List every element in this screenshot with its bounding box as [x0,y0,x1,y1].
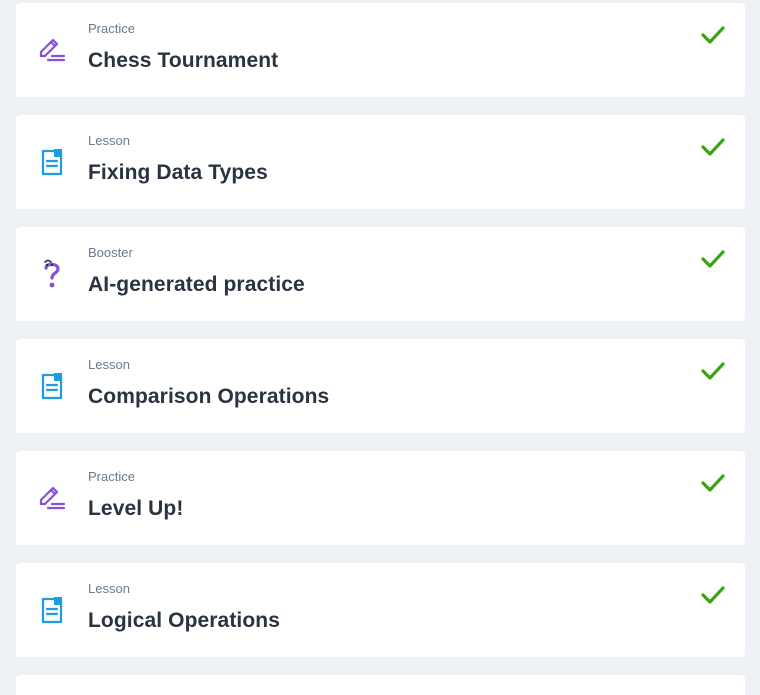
list-item[interactable]: Lesson Logical Operations [16,563,745,657]
item-title: Fixing Data Types [88,161,268,184]
checkmark-icon [699,247,727,271]
checkmark-icon [699,583,727,607]
item-title: Level Up! [88,497,184,520]
item-type-label: Booster [88,245,133,260]
item-type-label: Lesson [88,581,130,596]
item-title: Comparison Operations [88,385,330,408]
pencil-icon [38,482,66,514]
item-title: Logical Operations [88,609,280,632]
document-icon [38,594,66,626]
lesson-list: Practice Chess Tournament Lesson Fixing … [0,0,760,695]
checkmark-icon [699,471,727,495]
document-icon [38,146,66,178]
list-item-partial [16,675,745,695]
checkmark-icon [699,135,727,159]
list-item[interactable]: Lesson Fixing Data Types [16,115,745,209]
pencil-icon [38,34,66,66]
item-type-label: Practice [88,469,135,484]
list-item[interactable]: Practice Chess Tournament [16,3,745,97]
list-item[interactable]: Booster AI-generated practice [16,227,745,321]
item-type-label: Lesson [88,357,130,372]
item-title: AI-generated practice [88,273,305,296]
item-type-label: Practice [88,21,135,36]
checkmark-icon [699,23,727,47]
document-icon [38,370,66,402]
list-item[interactable]: Lesson Comparison Operations [16,339,745,433]
checkmark-icon [699,359,727,383]
list-item[interactable]: Practice Level Up! [16,451,745,545]
item-title: Chess Tournament [88,49,279,72]
question-icon [38,258,66,290]
item-type-label: Lesson [88,133,130,148]
